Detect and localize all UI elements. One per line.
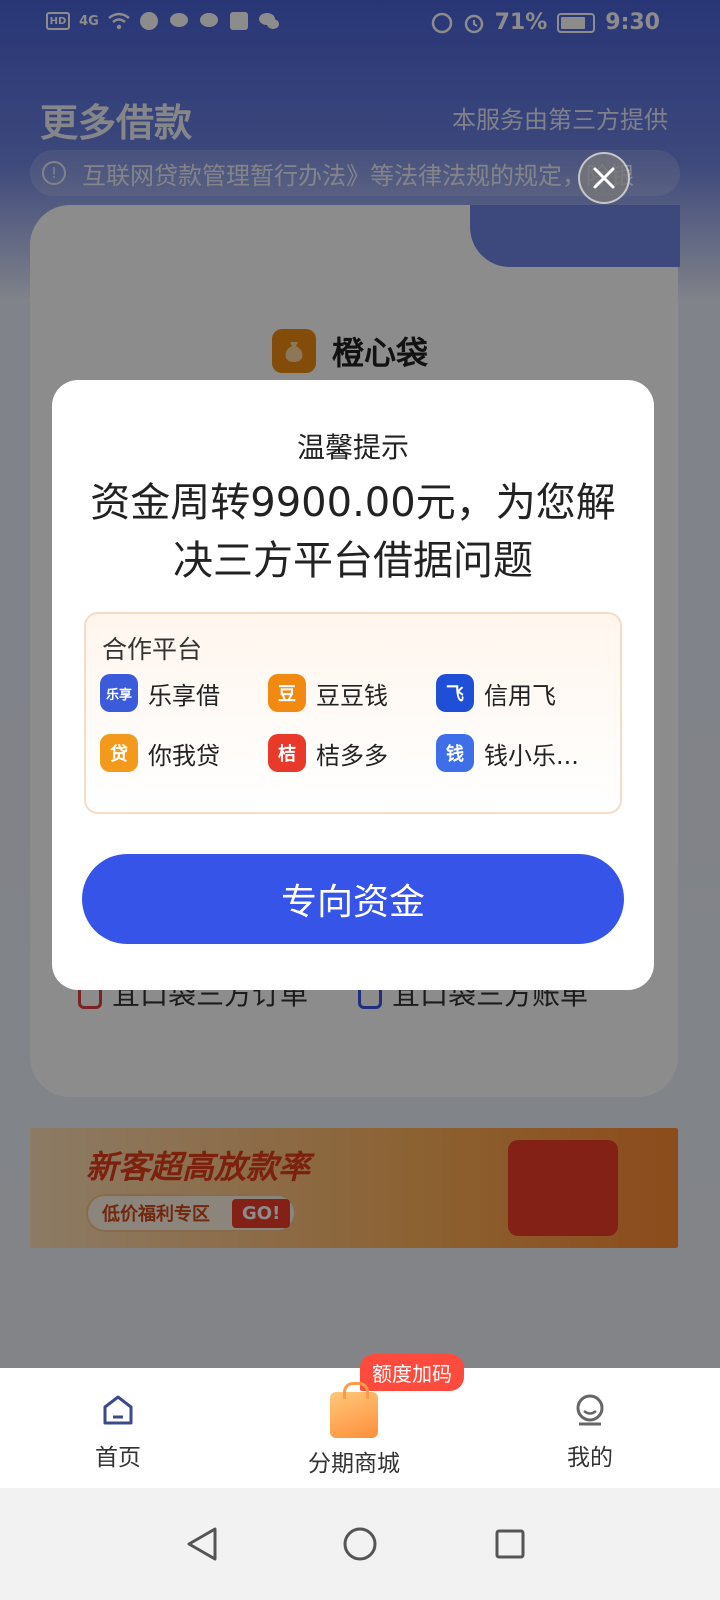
partner-name: 你我贷	[148, 741, 220, 770]
partner-logo-icon: 乐享	[100, 674, 138, 712]
partner-logo-icon: 贷	[100, 734, 138, 772]
tip-dialog: 温馨提示 资金周转9900.00元，为您解决三方平台借据问题 合作平台 乐享 乐享…	[52, 380, 654, 990]
back-button[interactable]	[172, 1514, 232, 1574]
nav-label-shop: 分期商城	[308, 1451, 400, 1477]
recents-button[interactable]	[480, 1514, 540, 1574]
home-button[interactable]	[330, 1514, 390, 1574]
partner-label: 合作平台	[102, 635, 203, 664]
home-icon	[98, 1390, 138, 1430]
nav-label-profile: 我的	[567, 1445, 613, 1471]
partner-name: 信用飞	[484, 681, 556, 710]
bottom-nav: 额度加码 首页 分期商城 我的	[0, 1354, 720, 1488]
close-icon	[593, 167, 615, 189]
dialog-message: 资金周转9900.00元，为您解决三方平台借据问题	[90, 480, 616, 584]
partner-logo-icon: 桔	[268, 734, 306, 772]
system-nav-bar	[0, 1488, 720, 1600]
nav-label-home: 首页	[95, 1445, 141, 1471]
profile-icon	[570, 1390, 610, 1430]
promo-badge: 额度加码	[360, 1354, 464, 1391]
shopping-bag-icon	[330, 1382, 378, 1438]
partner-item: 飞信用飞	[436, 674, 604, 712]
partner-name: 乐享借	[148, 681, 220, 710]
partner-grid: 乐享 乐享借豆豆豆钱飞信用飞贷你我贷桔桔多多钱钱小乐...	[100, 674, 610, 772]
dialog-title: 温馨提示	[296, 431, 409, 464]
partner-item: 豆豆豆钱	[268, 674, 436, 712]
partner-logo-icon: 飞	[436, 674, 474, 712]
back-triangle-icon	[187, 1527, 217, 1561]
close-button[interactable]	[578, 152, 630, 204]
nav-item-home[interactable]: 首页	[48, 1390, 188, 1472]
partner-logo-icon: 钱	[436, 734, 474, 772]
partner-item: 乐享 乐享借	[100, 674, 268, 712]
home-circle-icon	[343, 1527, 377, 1561]
nav-item-shop[interactable]: 分期商城	[284, 1382, 424, 1478]
dedicated-funds-button[interactable]: 专向资金	[82, 854, 624, 944]
partner-item: 桔桔多多	[268, 734, 436, 772]
partner-item: 贷你我贷	[100, 734, 268, 772]
partner-platforms: 合作平台 乐享 乐享借豆豆豆钱飞信用飞贷你我贷桔桔多多钱钱小乐...	[84, 612, 622, 814]
partner-name: 桔多多	[316, 741, 388, 770]
partner-logo-icon: 豆	[268, 674, 306, 712]
nav-item-profile[interactable]: 我的	[520, 1390, 660, 1472]
recents-square-icon	[495, 1529, 525, 1559]
partner-name: 钱小乐...	[484, 741, 579, 770]
partner-item: 钱钱小乐...	[436, 734, 604, 772]
partner-name: 豆豆钱	[316, 681, 388, 710]
